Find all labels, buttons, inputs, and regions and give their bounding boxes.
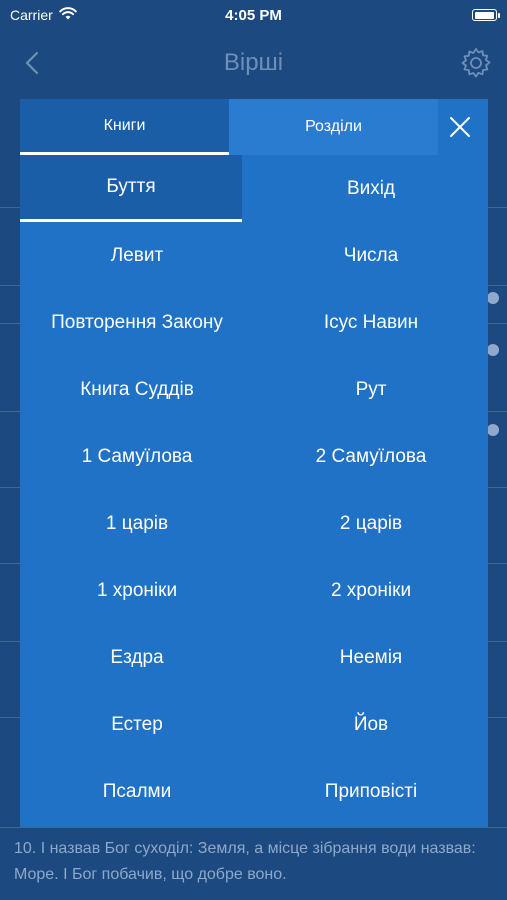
book-item[interactable]: Йов [254,691,488,758]
page-title: Вірші [223,49,284,76]
battery-icon [472,9,500,21]
tab-chapters[interactable]: Розділи [229,99,438,155]
book-item[interactable]: Псалми [20,758,254,825]
book-item[interactable]: 2 хроніки [254,557,488,624]
book-item[interactable]: Повторення Закону [20,289,254,356]
book-item[interactable]: 1 Самуїлова [20,423,254,490]
status-left: Carrier [10,7,77,23]
verse-text[interactable]: 10. І назвав Бог суходіл: Земля, а місце… [14,836,494,888]
book-item[interactable]: Ісус Навин [254,289,488,356]
book-item[interactable]: Буття [20,155,242,222]
book-item[interactable]: 1 хроніки [20,557,254,624]
picker-tabs: Книги Розділи [20,99,488,155]
book-item[interactable]: Ездра [20,624,254,691]
status-bar: Carrier 4:05 PM [0,0,507,30]
carrier-label: Carrier [10,7,53,23]
book-item[interactable]: 2 царів [254,490,488,557]
book-item[interactable]: Рут [254,356,488,423]
book-item[interactable]: 1 царів [20,490,254,557]
book-item[interactable]: Книга Суддів [20,356,254,423]
comment-icon [487,344,499,356]
nav-bar: Вірші [0,30,507,96]
settings-button[interactable] [459,46,493,80]
book-item[interactable]: Естер [20,691,254,758]
chevron-left-icon [25,51,39,75]
book-picker-panel: Книги Розділи Буття Вихід Левит Числа По… [20,99,488,827]
book-item[interactable]: Числа [254,222,488,289]
comment-icon [487,424,499,436]
close-icon [450,117,470,137]
gear-icon [461,48,491,78]
back-button[interactable] [18,48,48,78]
tab-books[interactable]: Книги [20,99,229,155]
book-item[interactable]: Левит [20,222,254,289]
book-item[interactable]: Приповісті [254,758,488,825]
close-button[interactable] [442,109,478,145]
book-item[interactable]: Неемія [254,624,488,691]
wifi-icon [58,7,77,23]
book-item[interactable]: Вихід [254,155,488,222]
comment-icon [487,292,499,304]
book-item[interactable]: 2 Самуїлова [254,423,488,490]
